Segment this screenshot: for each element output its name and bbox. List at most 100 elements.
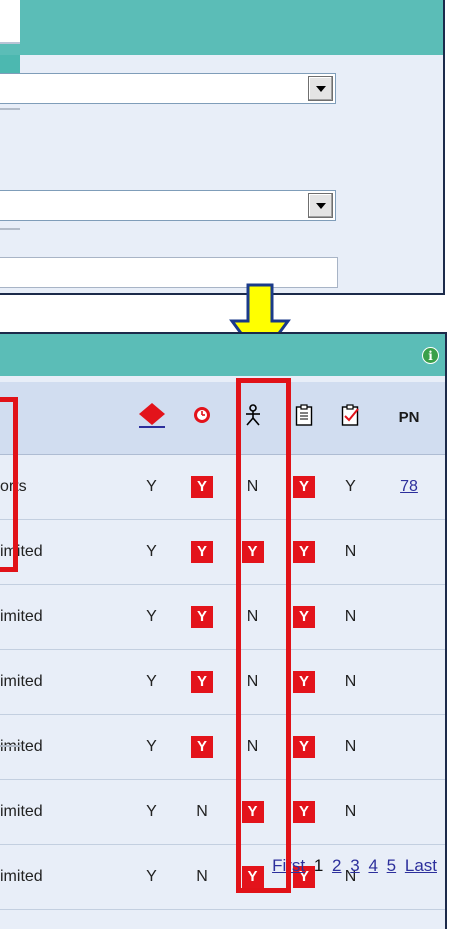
cell-c2-value: Y (191, 540, 213, 563)
cell-pn (373, 714, 445, 780)
pager-page-link[interactable]: 3 (350, 856, 359, 875)
cell-c1: Y (124, 519, 179, 585)
cell-c1-value: Y (146, 802, 157, 820)
cell-name: imited (0, 779, 124, 845)
cell-c5: N (328, 519, 373, 585)
cell-c5: N (328, 584, 373, 650)
cell-c4-value: Y (293, 540, 315, 563)
cell-c1: Y (124, 649, 179, 715)
cell-c1-value: Y (146, 737, 157, 755)
cell-c2-value: Y (191, 735, 213, 758)
cell-c5: N (328, 844, 373, 910)
pager-current-page: 1 (313, 856, 324, 875)
cell-c2-value: N (196, 867, 208, 885)
cell-c5: N (328, 714, 373, 780)
cell-c5-value: N (344, 802, 357, 820)
dropdown-2[interactable] (0, 190, 336, 221)
cell-c2: N (179, 844, 225, 910)
column-header-c5[interactable] (328, 382, 373, 455)
cell-name: orts (0, 454, 124, 520)
cell-c1: Y (124, 779, 179, 845)
cell-c4-value: Y (293, 735, 315, 758)
cell-c1-value: Y (146, 607, 157, 625)
checklist-icon (341, 404, 361, 426)
cell-c4-value: Y (293, 670, 315, 693)
annotation-highlight-box-column (236, 378, 291, 893)
cell-pn: 78 (373, 454, 445, 520)
cell-pn (373, 519, 445, 585)
chevron-down-icon[interactable] (308, 193, 333, 218)
cell-c1-value: Y (146, 477, 157, 495)
pager-last-link[interactable]: Last (405, 856, 437, 875)
pager-page-link[interactable]: 2 (332, 856, 341, 875)
column-header-pn[interactable]: PN (373, 382, 445, 455)
cell-c1: Y (124, 844, 179, 910)
cell-c2-value: N (196, 802, 208, 820)
search-form-panel (0, 0, 445, 295)
cell-c5-value: N (344, 672, 357, 690)
cell-c5-value: N (344, 542, 357, 560)
table-row: imited Y Y N Y N (0, 714, 445, 780)
annotation-highlight-box-left (0, 397, 18, 572)
cell-c5-value: Y (345, 477, 356, 495)
pager-page-link[interactable]: 5 (387, 856, 396, 875)
red-diamond-icon[interactable] (137, 402, 167, 429)
form-header-strip (0, 0, 20, 44)
cell-c2-value: Y (191, 670, 213, 693)
cell-c5: N (328, 649, 373, 715)
cell-c2-value: Y (191, 475, 213, 498)
clipboard-icon (295, 404, 313, 426)
clock-icon (193, 406, 211, 424)
cell-c1: Y (124, 584, 179, 650)
info-icon[interactable]: i (422, 347, 439, 364)
table-header-row: PN (0, 382, 445, 455)
cell-name-value: imited (0, 607, 43, 625)
divider (0, 108, 20, 110)
chevron-down-icon[interactable] (308, 76, 333, 101)
cell-name-value: imited (0, 867, 43, 885)
cell-name-value: imited (0, 802, 43, 820)
column-header-c1[interactable] (124, 382, 179, 455)
cell-name: imited (0, 844, 124, 910)
table-row: imited Y N Y Y N (0, 779, 445, 845)
cell-c2-value: Y (191, 605, 213, 628)
cell-c5: Y (328, 454, 373, 520)
results-panel: i PN orts Y Y N Y Y 78 imited Y Y Y Y N … (0, 332, 447, 929)
cell-c2: Y (179, 584, 225, 650)
column-header-name (0, 382, 124, 455)
cell-c1-value: Y (146, 542, 157, 560)
cell-c1-value: Y (146, 867, 157, 885)
cell-pn (373, 584, 445, 650)
table-row: orts Y Y N Y Y 78 (0, 454, 445, 520)
cell-pn (373, 649, 445, 715)
table-row: imited Y Y N Y N (0, 649, 445, 715)
cell-name: imited (0, 519, 124, 585)
cell-c2: N (179, 779, 225, 845)
results-header: i (0, 334, 445, 376)
dropdown-1[interactable] (0, 73, 336, 104)
cell-c4-value: Y (293, 475, 315, 498)
cell-pn (373, 844, 445, 910)
cell-c1: Y (124, 714, 179, 780)
cell-c5-value: N (344, 607, 357, 625)
pagination: First 1 2 3 4 5 Last (268, 856, 437, 876)
cell-c4-value: Y (293, 605, 315, 628)
cell-c1-value: Y (146, 672, 157, 690)
cell-name: imited (0, 584, 124, 650)
results-table: PN orts Y Y N Y Y 78 imited Y Y Y Y Nimited Y Y N Y Nimit… (0, 382, 445, 910)
cell-c4-value: Y (293, 800, 315, 823)
cell-c2: Y (179, 519, 225, 585)
cell-c5-value: N (344, 737, 357, 755)
divider (0, 228, 20, 230)
cell-c1: Y (124, 454, 179, 520)
divider (0, 745, 22, 747)
cell-pn (373, 779, 445, 845)
table-row: imited Y Y Y Y N (0, 519, 445, 585)
pager-page-link[interactable]: 4 (368, 856, 377, 875)
cell-name: imited (0, 649, 124, 715)
cell-pn-value[interactable]: 78 (400, 478, 418, 495)
column-header-c2[interactable] (179, 382, 225, 455)
cell-c2: Y (179, 454, 225, 520)
cell-c2: Y (179, 714, 225, 780)
cell-name-value: imited (0, 672, 43, 690)
